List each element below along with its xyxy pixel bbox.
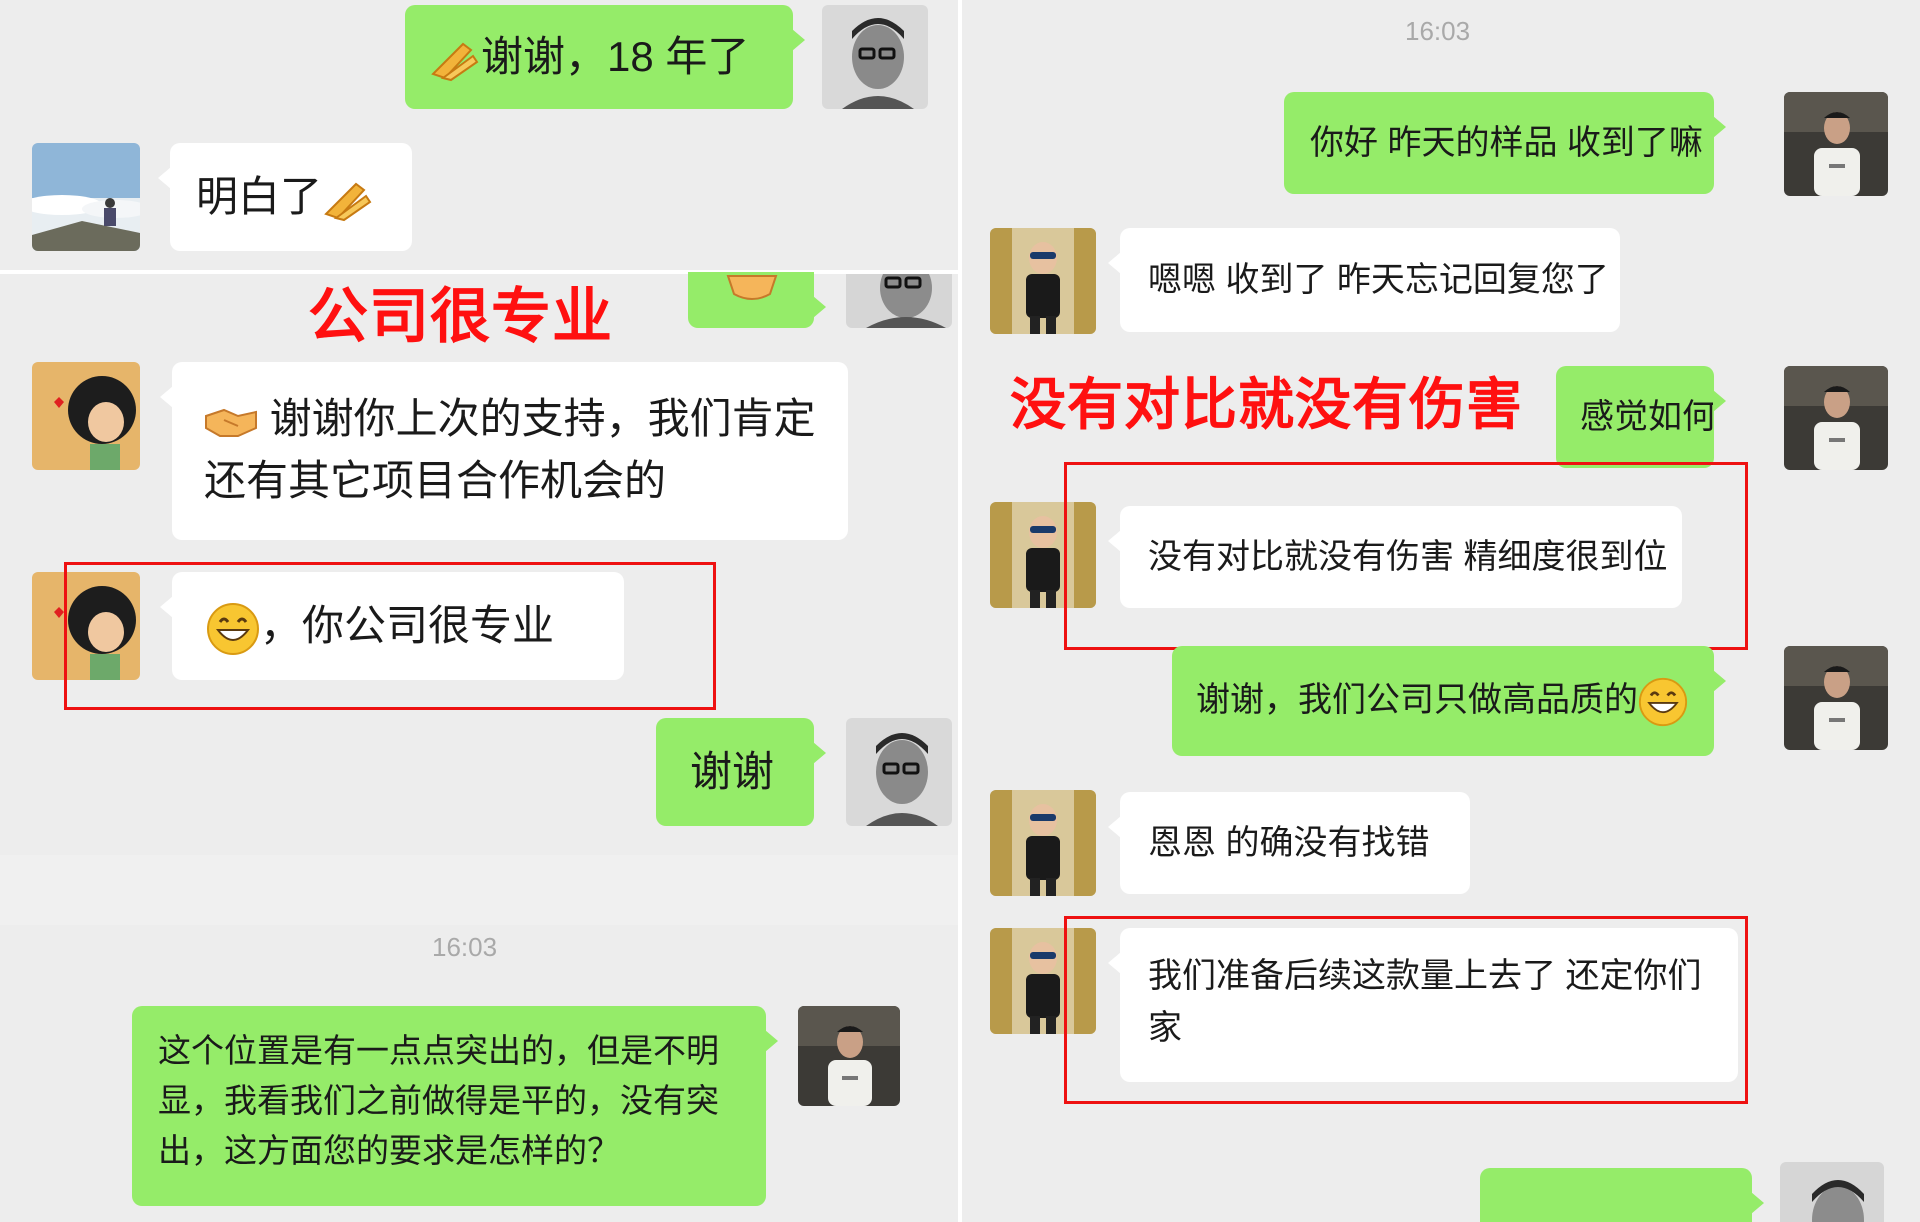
message-bubble-sent[interactable]: 谢谢，18 年了 — [405, 5, 805, 109]
right-chat-panel: 16:03 你好 昨天的样品 收到了嘛 嗯嗯 收到了 昨天忘记回复您了 没有对比… — [962, 0, 1920, 1222]
avatar-self-grayscale-cropped — [846, 274, 952, 328]
avatar-self-grayscale[interactable] — [846, 718, 952, 826]
message-text: 谢谢你上次的支持，我们肯定还有其它项目合作机会的 — [204, 395, 816, 504]
handshake-icon — [205, 408, 257, 437]
message-bubble-sent[interactable]: 感觉如何 — [1556, 366, 1726, 468]
message-bubble-sent[interactable]: 谢谢 — [656, 718, 826, 826]
avatar-self-color[interactable] — [1784, 92, 1888, 196]
message-bubble-sent-cropped — [1480, 1168, 1764, 1222]
clap-icon — [324, 182, 372, 221]
avatar-contact-kid[interactable] — [990, 790, 1096, 896]
handshake-icon — [726, 275, 778, 300]
screenshot-seam — [0, 270, 958, 274]
message-bubble-received[interactable]: 嗯嗯 收到了 昨天忘记回复您了 — [1108, 228, 1620, 332]
avatar-contact-kid[interactable] — [990, 228, 1096, 334]
message-text: 谢谢 — [690, 748, 775, 795]
message-text: 这个位置是有一点点突出的，但是不明显，我看我们之前做得是平的，没有突出，这方面您… — [158, 1032, 719, 1169]
message-text: 嗯嗯 收到了 昨天忘记回复您了 — [1148, 261, 1609, 299]
message-bubble-sent[interactable]: 这个位置是有一点点突出的，但是不明显，我看我们之前做得是平的，没有突出，这方面您… — [132, 1006, 778, 1206]
message-text: 你好 昨天的样品 收到了嘛 — [1310, 124, 1703, 162]
highlight-box — [1064, 916, 1748, 1104]
grin-emoji-icon — [1638, 677, 1688, 727]
highlight-box — [1064, 462, 1748, 650]
avatar-self-color[interactable] — [798, 1006, 900, 1106]
message-text: 明白了 — [196, 173, 323, 220]
message-bubble-sent-cropped — [688, 272, 826, 328]
message-text: 恩恩 的确没有找错 — [1148, 824, 1430, 862]
highlight-box — [64, 562, 716, 710]
message-text: 谢谢，18 年了 — [481, 33, 750, 80]
avatar-contact-mountain[interactable] — [32, 143, 140, 251]
avatar-self-grayscale-cropped — [1780, 1162, 1884, 1222]
left-chat-panel: 谢谢，18 年了 明白了 公司很专业 谢谢你上次的支持，我们肯定还有其它项目合作… — [0, 0, 958, 1222]
timestamp: 16:03 — [432, 932, 498, 962]
annotation-caption-right: 没有对比就没有伤害 — [1010, 373, 1523, 436]
clap-icon — [431, 42, 479, 81]
message-text: 谢谢，我们公司只做高品质的 — [1196, 681, 1638, 719]
annotation-caption-left: 公司很专业 — [308, 283, 613, 350]
message-bubble-sent[interactable]: 谢谢，我们公司只做高品质的 — [1172, 646, 1726, 756]
timestamp: 16:03 — [1405, 16, 1471, 46]
message-bubble-received[interactable]: 谢谢你上次的支持，我们肯定还有其它项目合作机会的 — [160, 362, 848, 540]
avatar-self-color[interactable] — [1784, 366, 1888, 470]
message-bubble-received[interactable]: 明白了 — [158, 143, 412, 251]
avatar-contact-cartoon-boy[interactable] — [32, 362, 140, 470]
message-bubble-sent[interactable]: 你好 昨天的样品 收到了嘛 — [1284, 92, 1726, 194]
message-bubble-received[interactable]: 恩恩 的确没有找错 — [1108, 792, 1470, 894]
avatar-self-color[interactable] — [1784, 646, 1888, 750]
message-text: 感觉如何 — [1580, 398, 1716, 436]
avatar-self-grayscale[interactable] — [822, 5, 928, 109]
screenshot-seam — [0, 855, 958, 925]
